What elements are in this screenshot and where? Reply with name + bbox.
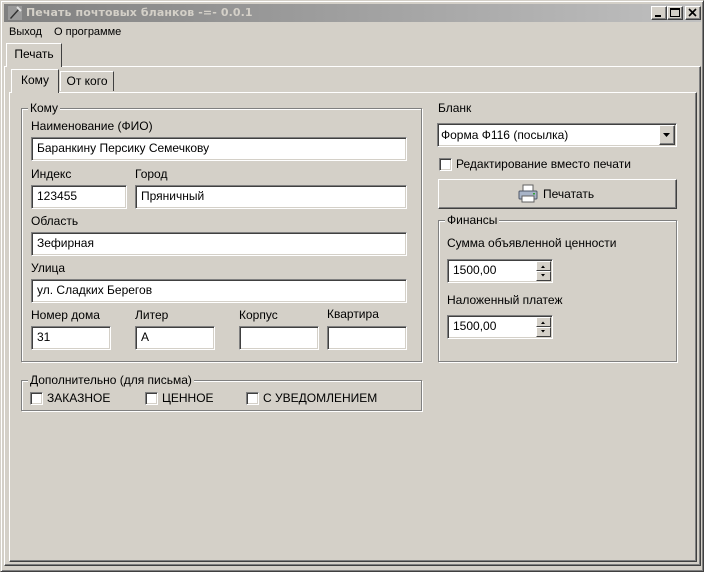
apartment-label: Квартира xyxy=(327,307,379,321)
declared-value-field[interactable]: 1500,00 xyxy=(447,259,553,283)
apartment-field[interactable] xyxy=(327,326,407,350)
declared-value-label: Сумма объявленной ценности xyxy=(447,236,617,250)
arrow-down-icon xyxy=(541,274,545,277)
spin-up-button[interactable] xyxy=(536,317,551,327)
blank-select-dropdown-button[interactable] xyxy=(659,125,675,145)
house-label: Номер дома xyxy=(31,308,100,322)
valuable-checkbox[interactable] xyxy=(145,392,158,405)
liter-label: Литер xyxy=(135,308,169,322)
close-button[interactable] xyxy=(685,6,701,20)
maximize-icon xyxy=(670,8,680,17)
cod-label: Наложенный платеж xyxy=(447,293,563,307)
minimize-icon xyxy=(655,15,661,17)
recipient-group-title: Кому xyxy=(28,101,61,115)
chevron-down-icon xyxy=(663,133,670,137)
tab-print-label: Печать xyxy=(14,47,54,61)
menu-item-about[interactable]: О программе xyxy=(54,26,121,38)
maximize-button[interactable] xyxy=(667,6,683,20)
city-field[interactable]: Пряничный xyxy=(135,185,407,209)
name-field[interactable]: Баранкину Персику Семечкову xyxy=(31,137,407,161)
cod-spinner[interactable] xyxy=(536,317,551,337)
city-label: Город xyxy=(135,167,168,181)
blank-label: Бланк xyxy=(438,101,472,115)
valuable-label[interactable]: ЦЕННОЕ xyxy=(162,391,214,405)
registered-checkbox[interactable] xyxy=(30,392,43,405)
window-title: Печать почтовых бланков -=- 0.0.1 xyxy=(26,6,253,19)
edit-instead-print-checkbox[interactable] xyxy=(439,158,452,171)
name-label: Наименование (ФИО) xyxy=(31,119,153,133)
minimize-button[interactable] xyxy=(651,6,667,20)
app-icon xyxy=(8,6,22,20)
menu-item-exit[interactable]: Выход xyxy=(9,26,42,38)
close-icon xyxy=(688,8,697,17)
tab-sender[interactable]: От кого xyxy=(60,71,114,91)
spin-down-button[interactable] xyxy=(536,271,551,281)
building-field[interactable] xyxy=(239,326,319,350)
registered-label[interactable]: ЗАКАЗНОЕ xyxy=(47,391,110,405)
tab-recipient[interactable]: Кому xyxy=(11,69,59,93)
arrow-down-icon xyxy=(541,330,545,333)
index-label: Индекс xyxy=(31,167,72,181)
street-label: Улица xyxy=(31,261,66,275)
tab-recipient-label: Кому xyxy=(20,73,50,87)
cod-field[interactable]: 1500,00 xyxy=(447,315,553,339)
app-window: Печать почтовых бланков -=- 0.0.1 Выход … xyxy=(0,0,704,572)
notification-checkbox[interactable] xyxy=(246,392,259,405)
street-field[interactable]: ул. Сладких Берегов xyxy=(31,279,407,303)
liter-field[interactable]: А xyxy=(135,326,215,350)
edit-instead-print-label[interactable]: Редактирование вместо печати xyxy=(456,157,631,171)
region-field[interactable]: Зефирная xyxy=(31,232,407,256)
tab-sender-label: От кого xyxy=(66,74,108,88)
region-label: Область xyxy=(31,214,79,228)
print-button[interactable]: Печатать xyxy=(438,179,677,209)
notification-label[interactable]: С УВЕДОМЛЕНИЕМ xyxy=(263,391,377,405)
arrow-up-icon xyxy=(541,265,545,268)
cod-value-text: 1500,00 xyxy=(453,319,497,333)
printer-icon xyxy=(518,184,538,203)
declared-value-text: 1500,00 xyxy=(453,263,497,277)
title-bar[interactable]: Печать почтовых бланков -=- 0.0.1 xyxy=(4,4,701,22)
extra-options-group-title: Дополнительно (для письма) xyxy=(28,373,194,387)
spin-up-button[interactable] xyxy=(536,261,551,271)
index-field[interactable]: 123455 xyxy=(31,185,127,209)
print-button-label: Печатать xyxy=(543,187,595,201)
finance-group-title: Финансы xyxy=(445,213,500,227)
arrow-up-icon xyxy=(541,321,545,324)
menu-bar: Выход О программе xyxy=(4,24,701,42)
spin-down-button[interactable] xyxy=(536,327,551,337)
house-field[interactable]: 31 xyxy=(31,326,111,350)
building-label: Корпус xyxy=(239,308,278,322)
declared-value-spinner[interactable] xyxy=(536,261,551,281)
tab-print[interactable]: Печать xyxy=(6,43,62,67)
blank-select-value: Форма Ф116 (посылка) xyxy=(441,128,569,142)
blank-select[interactable]: Форма Ф116 (посылка) xyxy=(437,123,677,147)
